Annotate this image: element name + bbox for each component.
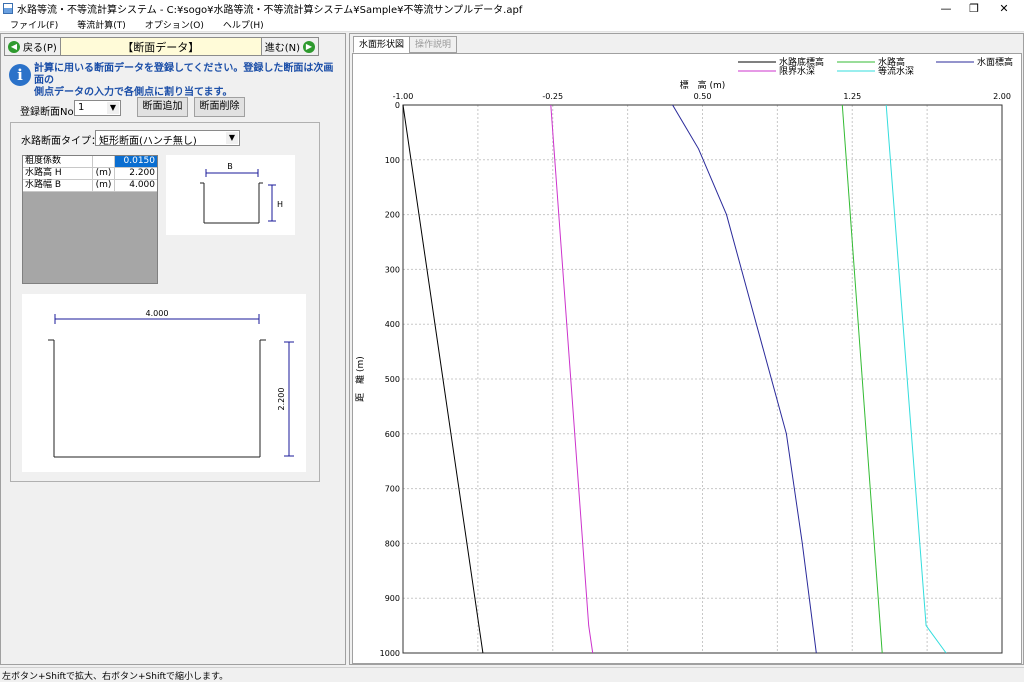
y-tick-label: 400 — [385, 320, 400, 329]
grid-row[interactable]: 粗度係数 0.0150 — [23, 156, 157, 168]
reg-section-value: 1 — [78, 102, 85, 113]
back-label: 戻る(P) — [23, 43, 57, 54]
tab-water-surface-profile[interactable]: 水面形状図 — [353, 36, 411, 53]
x-tick-label: 0.50 — [694, 92, 712, 101]
param-unit: (m) — [93, 168, 115, 179]
page-title: 【断面データ】 — [122, 40, 200, 54]
y-tick-label: 200 — [385, 211, 400, 220]
param-name: 粗度係数 — [23, 156, 93, 167]
y-tick-label: 700 — [385, 485, 400, 494]
grid-row[interactable]: 水路高 H (m) 2.200 — [23, 168, 157, 180]
section-type-label: 水路断面タイプ： — [21, 136, 101, 147]
menu-file[interactable]: ファイル(F) — [0, 18, 67, 31]
y-tick-label: 1000 — [380, 649, 400, 658]
tab-bar: 水面形状図 操作説明 — [353, 36, 458, 53]
nav-bar: ◀ 戻る(P) 【断面データ】 進む(N) ▶ — [4, 37, 319, 56]
reg-section-label: 登録断面No. — [20, 107, 77, 118]
y-tick-label: 300 — [385, 265, 400, 274]
menu-help[interactable]: ヘルプ(H) — [213, 18, 273, 31]
water-surface-chart[interactable]: 0 100 200 300 400 500 600 700 800 900 1000 -1.00 -0.… — [353, 54, 1021, 663]
arrow-right-icon: ▶ — [303, 40, 315, 53]
section-preview-diagram: 4.000 2.200 — [22, 294, 306, 472]
x-tick-label: -1.00 — [393, 92, 414, 101]
menu-uniform-flow[interactable]: 等流計算(T) — [67, 18, 135, 31]
next-label: 進む(N) — [264, 43, 300, 54]
section-data-panel: ◀ 戻る(P) 【断面データ】 進む(N) ▶ i 計算に用いる断面データを登録… — [0, 33, 346, 665]
x-tick-label: 1.25 — [843, 92, 861, 101]
x-axis-label: 標 高 (m) — [680, 79, 726, 91]
section-type-value: 矩形断面(ハンチ無し) — [99, 136, 197, 147]
legend-label: 水面標高 — [977, 56, 1013, 68]
y-tick-label: 0 — [395, 101, 400, 110]
y-tick-label: 600 — [385, 430, 400, 439]
next-button[interactable]: 進む(N) ▶ — [260, 38, 318, 55]
section-template-diagram: B H — [166, 155, 295, 235]
close-button[interactable]: ✕ — [984, 0, 1024, 17]
template-height-label: H — [277, 200, 283, 209]
grid-row[interactable]: 水路幅 B (m) 4.000 — [23, 180, 157, 192]
y-tick-label: 800 — [385, 539, 400, 548]
preview-width-label: 4.000 — [146, 309, 169, 318]
param-name: 水路高 H — [23, 168, 93, 179]
param-unit — [93, 156, 115, 167]
back-button[interactable]: ◀ 戻る(P) — [5, 38, 61, 55]
param-value-cell[interactable]: 2.200 — [115, 168, 157, 179]
status-bar: 左ボタン+Shiftで拡大、右ボタン+Shiftで縮小します。 — [0, 667, 1024, 682]
water-surface-panel: 水面形状図 操作説明 0 100 200 300 400 500 600 700 800 900 1… — [349, 33, 1024, 665]
window-title: 水路等流・不等流計算システム - C:¥sogo¥水路等流・不等流計算システム¥… — [17, 5, 523, 16]
tab-instructions[interactable]: 操作説明 — [409, 36, 458, 53]
add-section-button[interactable]: 断面追加 — [137, 97, 188, 117]
legend-label: 等流水深 — [878, 65, 914, 77]
y-tick-label: 500 — [385, 375, 400, 384]
info-message: 計算に用いる断面データを登録してください。登録した断面は次画面の 側点データの入… — [34, 63, 334, 99]
menu-bar: ファイル(F) 等流計算(T) オプション(O) ヘルプ(H) — [0, 17, 1024, 32]
delete-section-button[interactable]: 断面削除 — [194, 97, 245, 117]
preview-height-label: 2.200 — [277, 388, 286, 411]
chevron-down-icon: ▼ — [226, 132, 238, 144]
param-value-cell[interactable]: 4.000 — [115, 180, 157, 191]
info-icon: i — [9, 64, 31, 86]
y-axis-label: 距 離 (m) — [354, 356, 366, 402]
y-tick-label: 900 — [385, 594, 400, 603]
reg-section-select[interactable]: 1 ▼ — [74, 100, 121, 116]
menu-options[interactable]: オプション(O) — [135, 18, 213, 31]
template-width-label: B — [227, 162, 233, 171]
y-tick-label: 100 — [385, 156, 400, 165]
parameter-grid: 粗度係数 0.0150 水路高 H (m) 2.200 水路幅 B (m) 4.… — [22, 155, 158, 284]
param-unit: (m) — [93, 180, 115, 191]
chevron-down-icon: ▼ — [107, 102, 119, 114]
arrow-left-icon: ◀ — [8, 40, 20, 53]
chart-area[interactable]: 0 100 200 300 400 500 600 700 800 900 1000 -1.00 -0.… — [352, 53, 1022, 664]
series-line — [402, 104, 484, 654]
info-line-1: 計算に用いる断面データを登録してください。登録した断面は次画面の — [34, 63, 334, 86]
x-tick-label: 2.00 — [993, 92, 1011, 101]
title-bar: 水路等流・不等流計算システム - C:¥sogo¥水路等流・不等流計算システム¥… — [0, 0, 1024, 17]
param-value-cell[interactable]: 0.0150 — [115, 156, 157, 167]
param-name: 水路幅 B — [23, 180, 93, 191]
section-preview-svg: 4.000 2.200 — [48, 309, 294, 458]
section-type-select[interactable]: 矩形断面(ハンチ無し) ▼ — [95, 130, 240, 147]
section-template-svg: B H — [200, 162, 283, 224]
app-icon — [3, 3, 13, 14]
x-tick-label: -0.25 — [542, 92, 563, 101]
status-text: 左ボタン+Shiftで拡大、右ボタン+Shiftで縮小します。 — [2, 672, 229, 682]
legend-label: 限界水深 — [779, 65, 815, 77]
